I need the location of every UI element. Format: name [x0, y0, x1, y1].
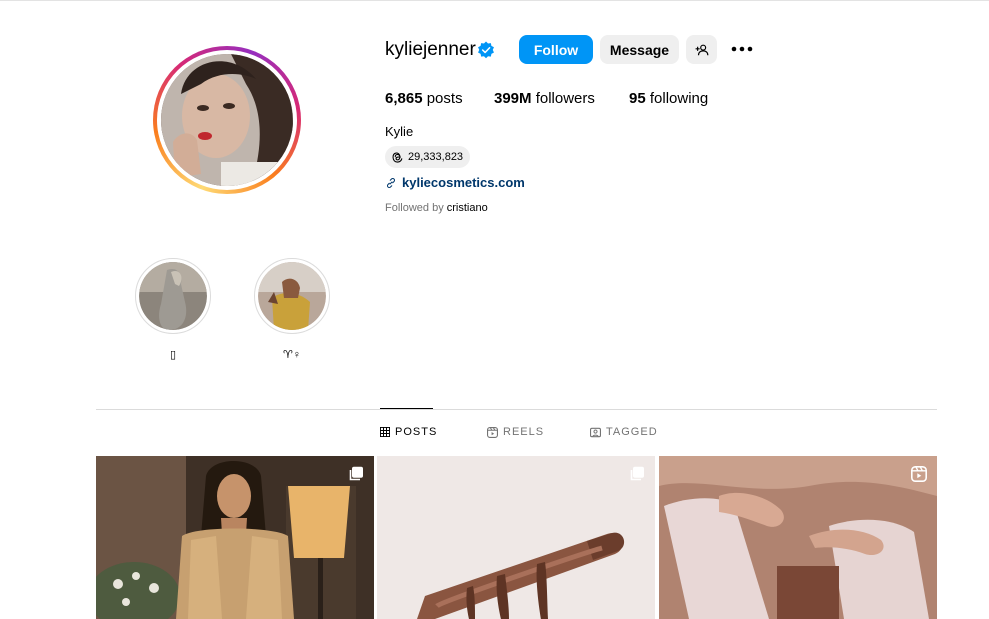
verified-badge-icon: [478, 41, 494, 59]
reels-icon: [487, 426, 498, 438]
reel-icon: [911, 466, 927, 482]
highlight-label: ♈♀: [282, 349, 302, 361]
post-thumbnail[interactable]: [96, 456, 374, 619]
highlight-label: ▯: [169, 349, 177, 361]
post-image: [377, 456, 655, 619]
highlight-cover: [139, 262, 207, 330]
more-options-icon: [731, 46, 753, 52]
carousel-icon: [349, 466, 363, 481]
profile-link[interactable]: kyliecosmetics.com: [385, 175, 525, 190]
followers-count[interactable]: 399M followers: [494, 90, 595, 107]
profile-link-text[interactable]: kyliecosmetics.com: [402, 175, 525, 190]
link-icon: [386, 177, 396, 188]
followed-by-user[interactable]: cristiano: [447, 202, 488, 214]
carousel-icon: [630, 466, 644, 481]
active-tab-indicator: [380, 408, 433, 409]
more-options-button[interactable]: [729, 38, 755, 60]
threads-badge[interactable]: 29,333,823: [385, 146, 471, 168]
story-highlight[interactable]: ♈♀: [254, 258, 330, 362]
profile-username: kyliejenner: [385, 39, 476, 60]
story-highlight[interactable]: ▯: [135, 258, 211, 362]
tabs-divider: [96, 409, 937, 410]
post-thumbnail[interactable]: [659, 456, 937, 619]
tab-reels[interactable]: REELS: [487, 426, 544, 438]
profile-avatar[interactable]: [153, 46, 301, 194]
followed-by[interactable]: Followed by cristiano: [385, 202, 488, 214]
highlight-cover: [258, 262, 326, 330]
top-divider: [0, 0, 989, 1]
profile-full-name: Kylie: [385, 124, 414, 139]
grid-icon: [380, 427, 390, 437]
threads-count: 29,333,823: [408, 151, 464, 163]
following-count[interactable]: 95 following: [629, 90, 708, 107]
add-user-icon: [695, 44, 708, 55]
tagged-icon: [590, 427, 601, 437]
tab-tagged[interactable]: TAGGED: [590, 426, 658, 438]
suggested-accounts-button[interactable]: [686, 35, 717, 64]
posts-count: 6,865 posts: [385, 90, 463, 107]
message-button[interactable]: Message: [600, 35, 679, 64]
threads-icon: [392, 151, 403, 163]
avatar-photo: [161, 54, 293, 186]
tab-posts[interactable]: POSTS: [380, 426, 437, 438]
post-image: [659, 456, 937, 619]
follow-button[interactable]: Follow: [519, 35, 593, 64]
post-image: [96, 456, 374, 619]
post-thumbnail[interactable]: [377, 456, 655, 619]
